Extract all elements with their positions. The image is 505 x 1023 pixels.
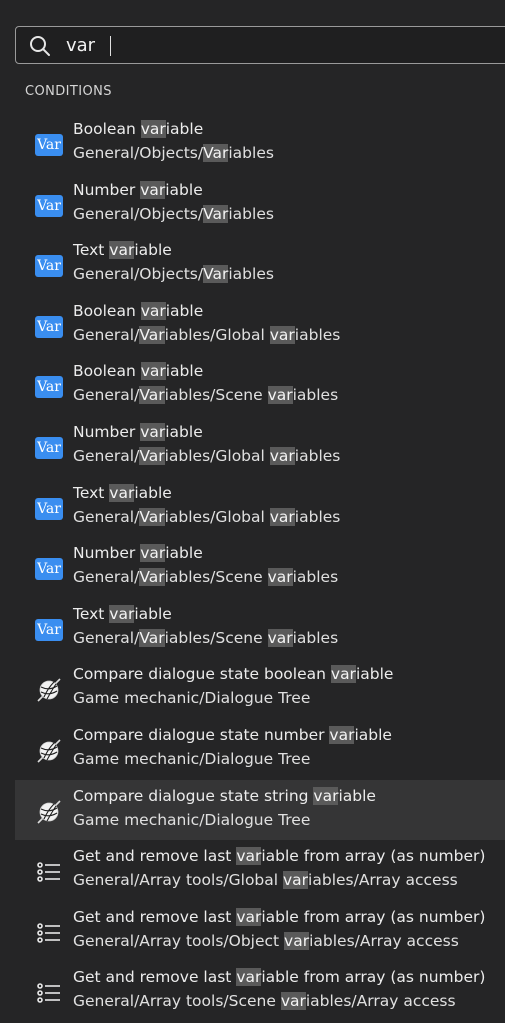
variable-icon: Var <box>35 373 63 401</box>
result-title: Boolean variable <box>73 362 204 381</box>
result-path: Game mechanic/Dialogue Tree <box>73 749 311 768</box>
match-highlight: var <box>140 362 166 381</box>
result-title: Text variable <box>73 604 172 623</box>
result-path: Game mechanic/Dialogue Tree <box>73 810 311 829</box>
search-input[interactable] <box>66 27 486 63</box>
match-highlight: var <box>269 446 295 465</box>
result-title: Boolean variable <box>73 120 204 138</box>
text-caret <box>110 36 111 56</box>
match-highlight: var <box>236 907 262 926</box>
result-item[interactable]: Get and remove last variable from array … <box>15 961 505 1022</box>
result-path: General/Objects/Variables <box>73 204 274 223</box>
match-highlight: var <box>109 604 135 623</box>
match-highlight: var <box>330 665 356 684</box>
match-highlight: var <box>109 241 135 260</box>
match-highlight: var <box>329 725 355 744</box>
match-highlight: Var <box>139 628 165 647</box>
match-highlight: Var <box>139 386 165 405</box>
result-path: General/Variables/Scene variables <box>73 628 339 647</box>
match-highlight: var <box>236 968 262 987</box>
result-path: General/Variables/Scene variables <box>73 568 339 587</box>
variable-icon: Var <box>35 555 63 583</box>
match-highlight: var <box>140 301 166 320</box>
result-item[interactable]: Var Boolean variable General/Variables/Glo… <box>15 295 505 356</box>
variable-icon: Var <box>35 616 63 644</box>
result-item[interactable]: Get and remove last variable from array … <box>15 840 505 901</box>
list-icon <box>35 979 63 1007</box>
result-title: Compare dialogue state string variable <box>73 786 376 805</box>
result-item[interactable]: Compare dialogue state boolean variable G… <box>15 658 505 719</box>
match-highlight: var <box>280 992 306 1011</box>
match-highlight: Var <box>139 446 165 465</box>
result-title: Number variable <box>73 544 203 563</box>
result-path: General/Array tools/Scene variables/Arra… <box>73 992 456 1011</box>
result-item[interactable]: Compare dialogue state number variable Ga… <box>15 719 505 780</box>
search-icon <box>30 36 50 56</box>
result-item[interactable]: Var Boolean variable General/Variables/Sce… <box>15 355 505 416</box>
result-path: General/Objects/Variables <box>73 144 274 162</box>
match-highlight: var <box>267 628 293 647</box>
match-highlight: var <box>267 386 293 405</box>
match-highlight: var <box>284 931 310 950</box>
yarn-ball-icon <box>35 676 63 704</box>
result-item[interactable]: Var Number variable General/Objects/Variab… <box>15 174 505 235</box>
results-list: Var Boolean variable General/Objects/Varia… <box>15 113 505 1022</box>
result-path: General/Array tools/Object variables/Arr… <box>73 931 459 950</box>
match-highlight: var <box>140 422 166 441</box>
list-icon <box>35 858 63 886</box>
result-title: Compare dialogue state number variable <box>73 725 392 744</box>
result-path: General/Array tools/Global variables/Arr… <box>73 871 458 890</box>
result-title: Boolean variable <box>73 301 204 320</box>
result-title: Get and remove last variable from array … <box>73 968 486 987</box>
result-title: Get and remove last variable from array … <box>73 907 486 926</box>
result-title: Get and remove last variable from array … <box>73 847 486 866</box>
variable-icon: Var <box>35 131 63 159</box>
match-highlight: var <box>267 568 293 587</box>
match-highlight: var <box>236 847 262 866</box>
result-title: Number variable <box>73 180 203 199</box>
variable-icon: Var <box>35 495 63 523</box>
result-path: General/Objects/Variables <box>73 265 274 284</box>
match-highlight: Var <box>203 204 229 223</box>
variable-icon: Var <box>35 434 63 462</box>
match-highlight: var <box>140 180 166 199</box>
match-highlight: var <box>140 544 166 563</box>
variable-icon: Var <box>35 313 63 341</box>
result-path: General/Variables/Global variables <box>73 507 341 526</box>
match-highlight: var <box>140 120 166 138</box>
yarn-ball-icon <box>35 737 63 765</box>
match-highlight: Var <box>139 507 165 526</box>
match-highlight: var <box>313 786 339 805</box>
result-path: Game mechanic/Dialogue Tree <box>73 689 311 708</box>
section-header: CONDITIONS <box>25 84 112 99</box>
list-icon <box>35 919 63 947</box>
result-path: General/Variables/Global variables <box>73 325 341 344</box>
result-path: General/Variables/Global variables <box>73 446 341 465</box>
match-highlight: var <box>269 507 295 526</box>
result-item[interactable]: Get and remove last variable from array … <box>15 901 505 962</box>
result-item[interactable]: Var Text variable General/Objects/Variable… <box>15 234 505 295</box>
result-item[interactable]: Var Text variable General/Variables/Global… <box>15 477 505 538</box>
match-highlight: Var <box>203 144 229 162</box>
result-title: Compare dialogue state boolean variable <box>73 665 394 684</box>
result-title: Number variable <box>73 422 203 441</box>
result-item[interactable]: Var Boolean variable General/Objects/Varia… <box>15 113 505 174</box>
yarn-ball-icon <box>35 798 63 826</box>
result-item[interactable]: Var Text variable General/Variables/Scene … <box>15 598 505 659</box>
result-title: Text variable <box>73 241 172 260</box>
variable-icon: Var <box>35 192 63 220</box>
match-highlight: var <box>269 325 295 344</box>
match-highlight: Var <box>139 325 165 344</box>
variable-icon: Var <box>35 252 63 280</box>
match-highlight: var <box>283 871 309 890</box>
result-title: Text variable <box>73 483 172 502</box>
search-box[interactable] <box>15 26 505 64</box>
result-item[interactable]: Compare dialogue state string variable Ga… <box>15 779 505 841</box>
match-highlight: var <box>109 483 135 502</box>
result-path: General/Variables/Scene variables <box>73 386 339 405</box>
match-highlight: Var <box>203 265 229 284</box>
result-item[interactable]: Var Number variable General/Variables/Glob… <box>15 416 505 477</box>
result-item[interactable]: Var Number variable General/Variables/Scen… <box>15 537 505 598</box>
match-highlight: Var <box>139 568 165 587</box>
